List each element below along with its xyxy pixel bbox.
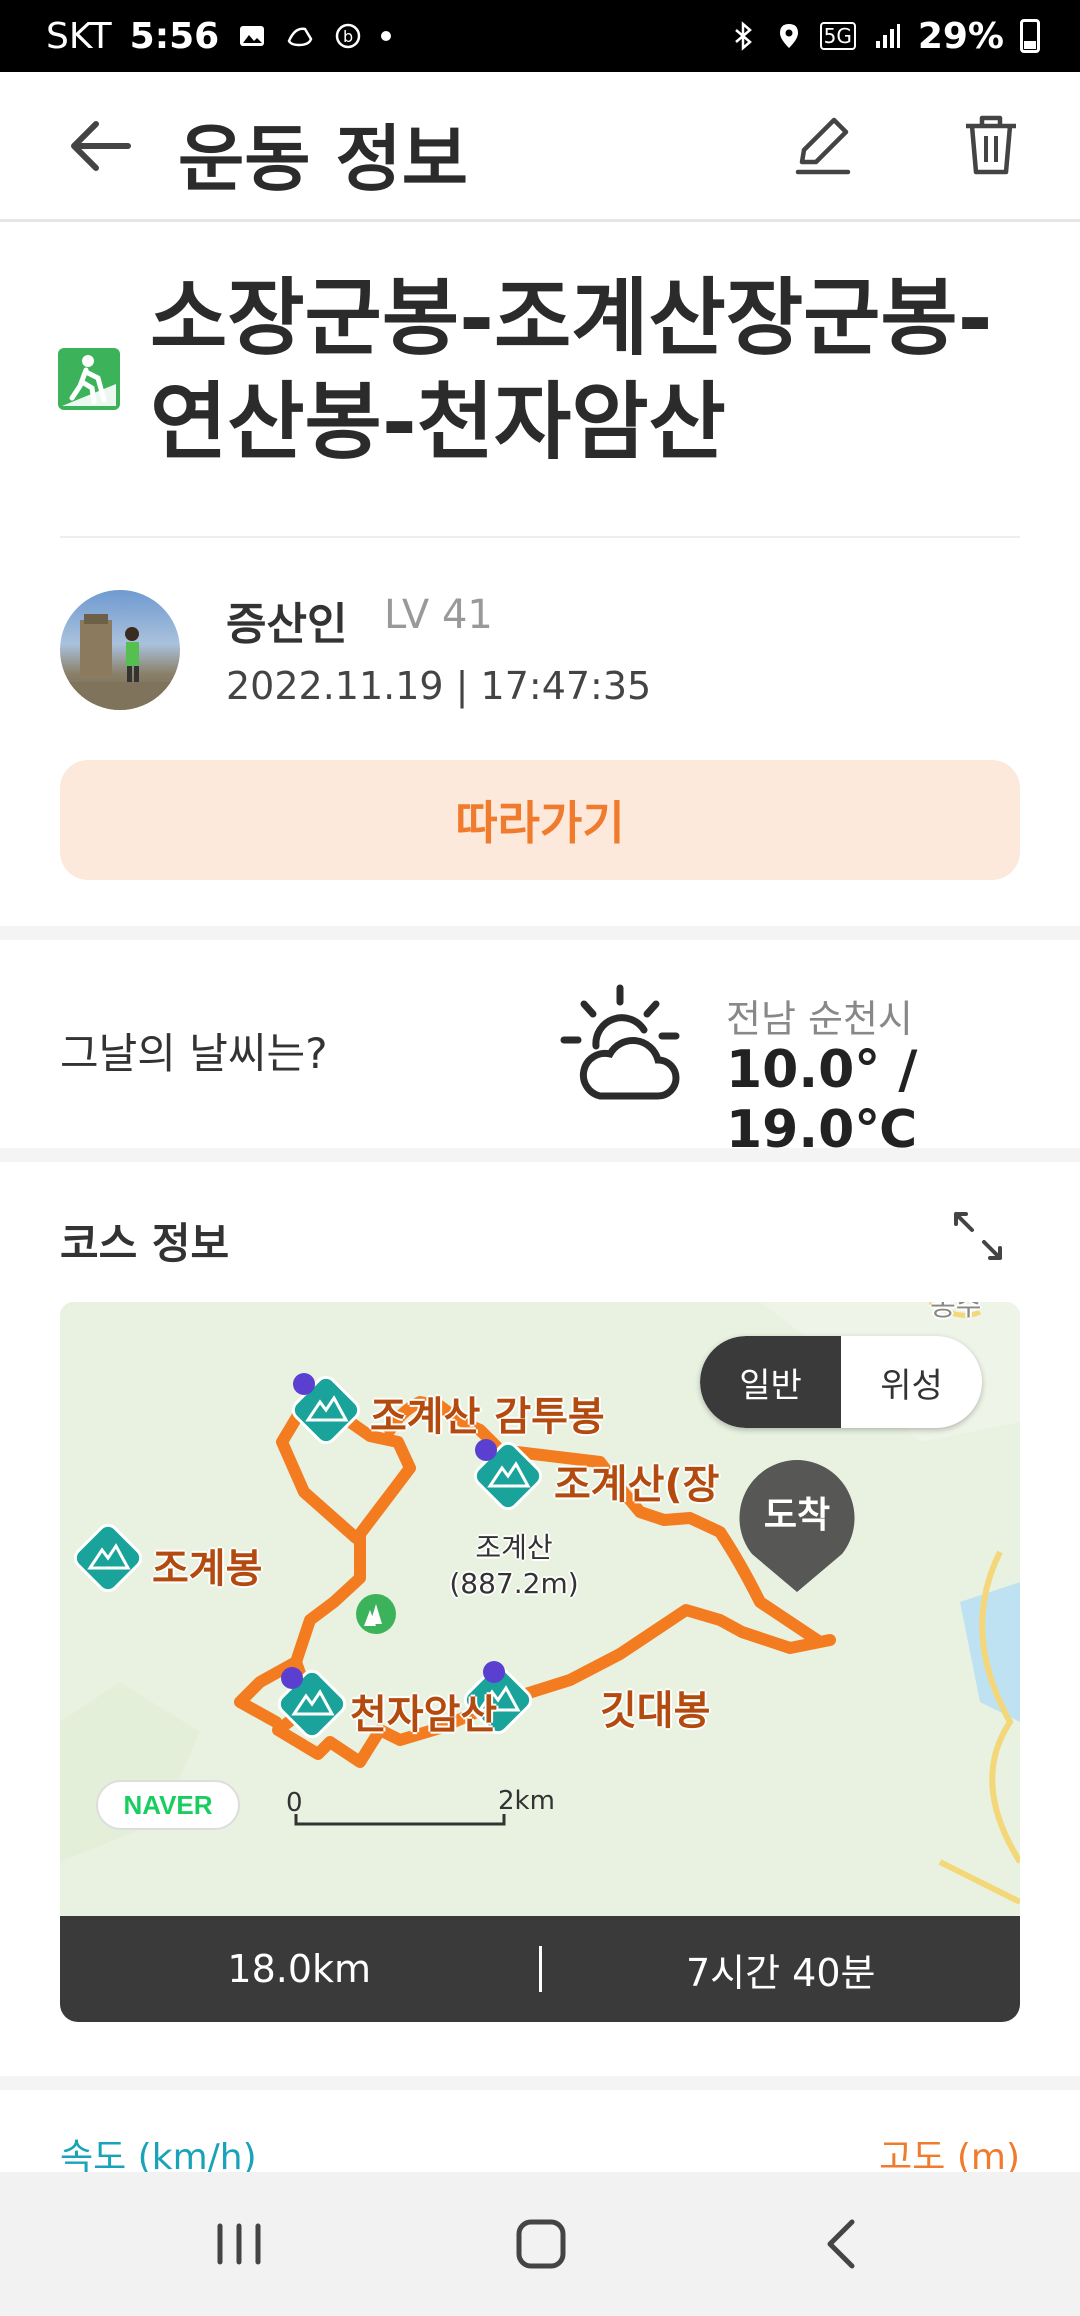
shoe-notification-icon: [287, 27, 313, 47]
app-bar: 운동 정보: [0, 72, 1080, 222]
peak-label: 천자암산: [350, 1692, 498, 1738]
map-mode-satellite[interactable]: 위성: [841, 1336, 982, 1428]
page-title: 운동 정보: [178, 117, 469, 201]
section-separator: [0, 926, 1080, 940]
activity-header: 소장군봉-조계산장군봉-연산봉-천자암산: [0, 222, 1080, 538]
divider: [60, 536, 1020, 538]
weather-question: 그날의 날씨는?: [60, 1029, 328, 1078]
course-duration: 7시간 40분: [686, 1950, 876, 1995]
peak-elevation-label: 조계산 (887.2m): [444, 1530, 584, 1602]
bluetooth-icon: [734, 21, 752, 51]
back-arrow-icon[interactable]: [66, 116, 136, 176]
location-icon: [779, 24, 798, 48]
naver-logo: NAVER: [96, 1780, 240, 1830]
signal-icon: [875, 24, 900, 48]
recent-apps-icon[interactable]: [204, 2212, 274, 2276]
course-section-title: 코스 정보: [60, 1219, 230, 1268]
svg-text:b: b: [343, 27, 353, 46]
gallery-notification-icon: [240, 26, 265, 46]
more-notifications-dot: [381, 31, 392, 41]
course-map[interactable]: 일반 위성 조계산 감투봉 조계산(장 조계봉 천자암산 깃대봉 조계산 (88…: [60, 1302, 1020, 1916]
follow-button[interactable]: 따라가기: [60, 760, 1020, 880]
system-nav-bar: [0, 2172, 1080, 2316]
time-label: 5:56: [129, 15, 220, 57]
peak-label: 깃대봉: [600, 1688, 711, 1734]
hiking-icon: [58, 348, 120, 410]
peak-sub-elevation: (887.2m): [449, 1567, 579, 1600]
weather-temperature: 10.0° / 19.0℃: [726, 1040, 918, 1160]
pencil-icon[interactable]: [790, 112, 856, 178]
section-separator: [0, 1148, 1080, 1162]
map-mode-normal[interactable]: 일반: [700, 1336, 841, 1428]
map-scale-end: 2km: [498, 1786, 555, 1816]
course-distance: 18.0km: [227, 1947, 372, 1991]
peak-label: 조계봉: [152, 1546, 263, 1592]
avatar[interactable]: [60, 590, 180, 710]
battery-icon: [1020, 19, 1040, 53]
peak-label: 조계산(장: [554, 1462, 720, 1508]
user-name[interactable]: 증산인: [226, 588, 347, 652]
trash-icon[interactable]: [958, 112, 1024, 178]
map-scale-start: 0: [286, 1788, 303, 1818]
b-app-notification-icon: b: [335, 23, 361, 49]
map-mode-toggle[interactable]: 일반 위성: [700, 1336, 982, 1428]
weather-location: 전남 순천시: [726, 997, 913, 1041]
carrier-label: SKT: [46, 15, 112, 57]
status-bar: SKT 5:56 b 5G 29%: [0, 0, 1080, 72]
activity-datetime: 2022.11.19 | 17:47:35: [226, 664, 652, 708]
arrival-label: 도착: [763, 1495, 831, 1536]
course-stats-bar: 18.0km 7시간 40분: [60, 1916, 1020, 2022]
map-corner-label: 송주: [930, 1302, 982, 1322]
partly-cloudy-icon: [560, 984, 680, 1100]
battery-percent-label: 29%: [917, 15, 1004, 57]
home-icon[interactable]: [506, 2212, 576, 2276]
activity-title: 소장군봉-조계산장군봉-연산봉-천자암산: [150, 269, 993, 471]
peak-label: 조계산 감투봉: [370, 1394, 605, 1440]
section-separator: [0, 2076, 1080, 2090]
back-nav-icon[interactable]: [808, 2212, 878, 2276]
user-level: LV 41: [384, 592, 493, 638]
expand-icon[interactable]: [950, 1208, 1006, 1264]
network-type-label: 5G: [819, 22, 856, 50]
peak-sub-name: 조계산: [475, 1531, 553, 1564]
